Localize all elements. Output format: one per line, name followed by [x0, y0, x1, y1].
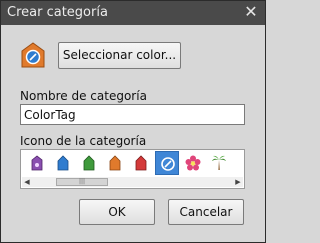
create-category-dialog: Crear categoría ✕ Seleccionar color... N…	[0, 0, 266, 243]
category-icon-picker: ◀ ||| ▶	[20, 149, 245, 189]
scroll-left-arrow-icon[interactable]: ◀	[22, 177, 32, 187]
title-bar[interactable]: Crear categoría ✕	[1, 1, 265, 25]
scroll-right-arrow-icon[interactable]: ▶	[233, 177, 243, 187]
select-color-button[interactable]: Seleccionar color...	[58, 42, 181, 69]
category-name-label: Nombre de categoría	[20, 89, 147, 103]
flower-icon[interactable]	[181, 151, 205, 175]
scroll-thumb[interactable]: |||	[56, 178, 108, 186]
color-tag-icon[interactable]	[155, 151, 179, 175]
palm-tree-icon[interactable]	[207, 151, 231, 175]
purple-tag-icon[interactable]	[25, 151, 49, 175]
dialog-title: Crear categoría	[7, 5, 108, 20]
blue-house-icon[interactable]	[51, 151, 75, 175]
orange-house-icon[interactable]	[103, 151, 127, 175]
close-icon[interactable]: ✕	[243, 4, 259, 20]
category-name-input[interactable]	[20, 104, 245, 125]
category-icon-label: Icono de la categoría	[20, 134, 147, 148]
ok-button[interactable]: OK	[79, 199, 155, 225]
icon-picker-scrollbar[interactable]: ◀ ||| ▶	[22, 177, 243, 187]
cancel-button[interactable]: Cancelar	[168, 199, 244, 225]
red-house-icon[interactable]	[129, 151, 153, 175]
green-house-icon[interactable]	[77, 151, 101, 175]
category-preview-icon	[20, 41, 46, 69]
